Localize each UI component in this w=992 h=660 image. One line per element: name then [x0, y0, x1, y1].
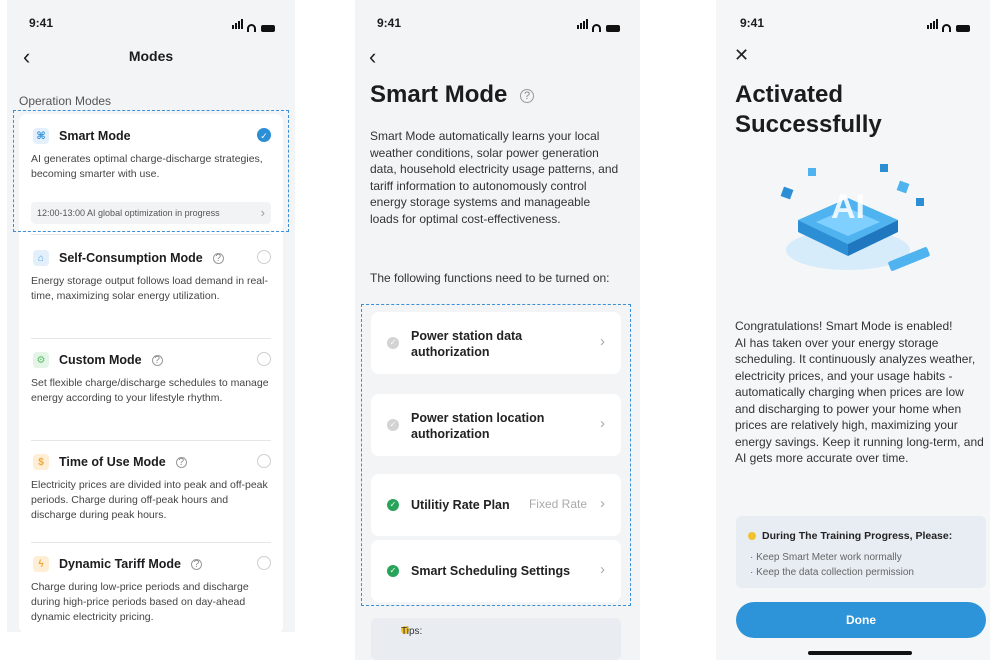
- back-arrow-icon[interactable]: ‹: [369, 46, 376, 68]
- mode-name: Custom Mode: [59, 353, 142, 367]
- mode-name: Dynamic Tariff Mode: [59, 557, 182, 571]
- help-icon[interactable]: ?: [175, 456, 187, 468]
- radio-button[interactable]: [257, 352, 271, 366]
- battery-icon: [261, 25, 275, 32]
- price-tag-icon: $: [33, 454, 49, 470]
- modes-screen: 9:41 ‹ Modes Operation Modes ⌘ Smart Mod…: [7, 0, 295, 632]
- ai-letters: AI: [831, 188, 865, 226]
- home-indicator: [808, 651, 912, 655]
- status-bar: 9:41: [740, 16, 970, 32]
- mode-option-dynamic-tariff[interactable]: ϟ Dynamic Tariff Mode ? Charge during lo…: [19, 542, 283, 632]
- help-icon[interactable]: ?: [212, 252, 224, 264]
- status-time: 9:41: [377, 16, 402, 30]
- mode-name: Time of Use Mode: [59, 455, 166, 469]
- training-tips-box: During The Training Progress, Please: · …: [736, 516, 986, 588]
- status-time: 9:41: [29, 16, 54, 30]
- mode-description: Charge during low-price periods and disc…: [31, 581, 249, 623]
- status-bar: 9:41: [29, 16, 275, 32]
- page-title: Modes: [128, 48, 174, 64]
- section-label: Operation Modes: [19, 94, 112, 108]
- mode-option-self-consumption[interactable]: ⌂ Self-Consumption Mode ? Energy storage…: [19, 236, 283, 336]
- mode-name: Self-Consumption Mode: [59, 251, 203, 265]
- training-item: · Keep the data collection permission: [750, 567, 914, 578]
- highlight-box: [361, 304, 631, 606]
- smart-mode-screen: 9:41 ‹ Smart Mode ? Smart Mode automatic…: [355, 0, 640, 660]
- signal-icon: [232, 18, 244, 32]
- divider: [31, 234, 271, 235]
- page-title: Smart Mode ?: [370, 80, 535, 110]
- mode-description: Energy storage output follows load deman…: [31, 275, 268, 302]
- done-button[interactable]: Done: [736, 602, 986, 638]
- training-title: During The Training Progress, Please:: [762, 530, 953, 542]
- battery-icon: [606, 25, 620, 32]
- gear-icon: ⚙: [33, 352, 49, 368]
- signal-icon: [577, 18, 589, 32]
- radio-button[interactable]: [257, 250, 271, 264]
- help-icon[interactable]: ?: [151, 354, 163, 366]
- battery-icon: [956, 25, 970, 32]
- bolt-icon: ϟ: [33, 556, 49, 572]
- signal-icon: [927, 18, 939, 32]
- wifi-icon: [942, 24, 951, 32]
- mode-option-custom[interactable]: ⚙ Custom Mode ? Set flexible charge/disc…: [19, 338, 283, 438]
- radio-button[interactable]: [257, 556, 271, 570]
- lightbulb-icon: [748, 532, 756, 540]
- page-title: Activated Successfully: [735, 81, 882, 138]
- activated-screen: 9:41 ✕ Activated Successfully AI Congrat…: [716, 0, 990, 660]
- help-icon[interactable]: ?: [191, 558, 203, 570]
- success-message: Congratulations! Smart Mode is enabled! …: [735, 319, 984, 465]
- ai-illustration: AI: [780, 164, 930, 271]
- training-item: · Keep Smart Meter work normally: [750, 552, 902, 563]
- status-time: 9:41: [740, 16, 765, 30]
- mode-description: Set flexible charge/discharge schedules …: [31, 377, 269, 404]
- tips-box: Tips:: [371, 618, 621, 660]
- functions-label: The following functions need to be turne…: [370, 271, 610, 285]
- home-icon: ⌂: [33, 250, 49, 266]
- mode-description: Smart Mode automatically learns your loc…: [370, 129, 619, 226]
- wifi-icon: [247, 24, 256, 32]
- tips-label: Tips:: [401, 626, 423, 637]
- mode-description: Electricity prices are divided into peak…: [31, 479, 268, 521]
- mode-option-time-of-use[interactable]: $ Time of Use Mode ? Electricity prices …: [19, 440, 283, 540]
- status-bar: 9:41: [377, 16, 620, 32]
- radio-button[interactable]: [257, 454, 271, 468]
- highlight-box: [13, 110, 289, 232]
- wifi-icon: [592, 24, 601, 32]
- help-icon[interactable]: ?: [520, 88, 535, 103]
- close-icon[interactable]: ✕: [734, 46, 749, 64]
- title-text: Smart Mode: [370, 81, 508, 108]
